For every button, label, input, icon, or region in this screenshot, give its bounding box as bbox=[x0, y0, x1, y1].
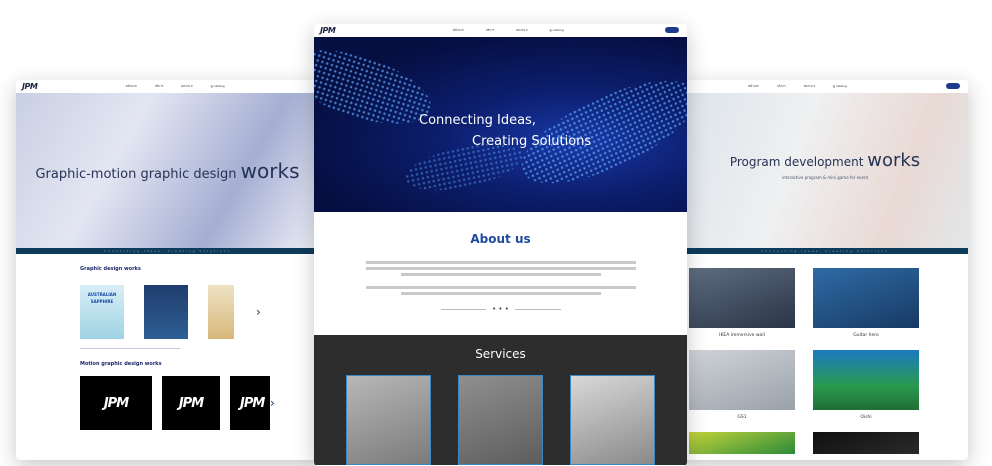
program-works-grid: IKEA immersive wall Guitar hero GS1 Oish… bbox=[689, 268, 968, 454]
work-card[interactable] bbox=[689, 432, 795, 454]
service-card-vr[interactable] bbox=[346, 375, 431, 465]
service-card-creative[interactable] bbox=[570, 375, 655, 465]
work-caption: GS1 bbox=[737, 415, 747, 420]
video-thumb[interactable]: JPM bbox=[80, 376, 152, 430]
nav-services[interactable]: บริการ bbox=[486, 28, 495, 33]
graphic-thumb[interactable]: AUSTRALIAN SAPPHIRE bbox=[80, 285, 124, 339]
work-card[interactable]: Oishi bbox=[813, 350, 919, 432]
hero-title-text: Program development bbox=[729, 155, 868, 169]
motion-design-section-title: Motion graphic design works bbox=[80, 361, 162, 367]
work-card[interactable]: IKEA immersive wall bbox=[689, 268, 795, 350]
work-card[interactable] bbox=[813, 432, 919, 454]
motion-design-carousel: JPM JPM JPM › bbox=[80, 376, 319, 430]
hero-subtitle: interactive program & mini game for even… bbox=[781, 175, 869, 180]
nav-works[interactable]: ผลงาน ▾ bbox=[181, 84, 192, 89]
nav-catalog[interactable]: ดู catalog bbox=[550, 28, 564, 33]
hero-banner: Connecting Ideas, Creating Solutions bbox=[314, 37, 687, 212]
work-video[interactable] bbox=[813, 350, 919, 410]
top-nav: JPM หน้าแรก บริการ ผลงาน ▾ ดู catalog bbox=[314, 24, 687, 37]
hero-title-emphasis: works bbox=[867, 150, 921, 171]
contact-button[interactable] bbox=[946, 83, 960, 89]
home-page-preview: JPM หน้าแรก บริการ ผลงาน ▾ ดู catalog Co… bbox=[314, 24, 687, 466]
work-video[interactable] bbox=[689, 350, 795, 410]
top-nav: หน้าแรก บริการ ผลงาน ▾ ดู catalog bbox=[682, 80, 968, 93]
nav-works[interactable]: ผลงาน ▾ bbox=[804, 84, 815, 89]
video-thumb[interactable]: JPM bbox=[162, 376, 220, 430]
tagline-strip: Connecting Ideas, Creating Solutions bbox=[16, 248, 319, 254]
nav-links: หน้าแรก บริการ ผลงาน ▾ ดู catalog bbox=[453, 28, 564, 33]
graphic-design-carousel: AUSTRALIAN SAPPHIRE › bbox=[80, 285, 319, 339]
hero-line-1: Connecting Ideas, bbox=[419, 113, 536, 128]
about-section: About us • • • bbox=[314, 212, 687, 335]
hero-line-2: Creating Solutions bbox=[472, 134, 592, 149]
work-video[interactable] bbox=[813, 268, 919, 328]
services-cards bbox=[314, 375, 687, 465]
dots-divider: • • • bbox=[440, 305, 561, 313]
nav-home[interactable]: หน้าแรก bbox=[126, 84, 137, 89]
nav-catalog[interactable]: ดู catalog bbox=[833, 84, 847, 89]
program-works-page-preview: หน้าแรก บริการ ผลงาน ▾ ดู catalog Progra… bbox=[682, 80, 968, 460]
hero-title: Graphic-motion graphic design works bbox=[35, 159, 299, 183]
jpm-logo[interactable]: JPM bbox=[22, 82, 38, 91]
carousel-next-icon[interactable]: › bbox=[270, 396, 275, 410]
hero-banner: Program development works interactive pr… bbox=[682, 93, 968, 248]
about-text-line bbox=[365, 261, 636, 264]
work-caption: Guitar hero bbox=[853, 333, 879, 338]
nav-links: หน้าแรก บริการ ผลงาน ▾ ดู catalog bbox=[748, 84, 847, 89]
nav-links: หน้าแรก บริการ ผลงาน ▾ ดู catalog bbox=[126, 84, 225, 89]
section-divider bbox=[80, 348, 180, 349]
top-nav: JPM หน้าแรก บริการ ผลงาน ▾ ดู catalog bbox=[16, 80, 319, 93]
nav-home[interactable]: หน้าแรก bbox=[453, 28, 464, 33]
video-thumb[interactable]: JPM bbox=[230, 376, 270, 430]
hero-title: Program development works bbox=[682, 150, 968, 171]
work-caption: Oishi bbox=[860, 415, 872, 420]
about-title: About us bbox=[470, 232, 531, 246]
hero-banner: Graphic-motion graphic design works bbox=[16, 93, 319, 248]
graphic-thumb[interactable] bbox=[144, 285, 188, 339]
services-title: Services bbox=[475, 347, 526, 361]
about-text-line bbox=[365, 267, 636, 270]
work-caption: IKEA immersive wall bbox=[719, 333, 765, 338]
about-text-line bbox=[365, 286, 636, 289]
nav-services[interactable]: บริการ bbox=[777, 84, 786, 89]
nav-works[interactable]: ผลงาน ▾ bbox=[516, 28, 527, 33]
thumb-text-line: SAPPHIRE bbox=[90, 299, 114, 304]
graphic-design-section-title: Graphic design works bbox=[80, 266, 141, 272]
nav-services[interactable]: บริการ bbox=[155, 84, 164, 89]
work-video[interactable] bbox=[689, 268, 795, 328]
thumb-text-line: AUSTRALIAN bbox=[87, 292, 117, 297]
work-card[interactable]: GS1 bbox=[689, 350, 795, 432]
graphic-thumb[interactable] bbox=[208, 285, 234, 339]
graphic-works-page-preview: JPM หน้าแรก บริการ ผลงาน ▾ ดู catalog Gr… bbox=[16, 80, 319, 460]
work-video[interactable] bbox=[689, 432, 795, 454]
nav-home[interactable]: หน้าแรก bbox=[748, 84, 759, 89]
carousel-next-icon[interactable]: › bbox=[256, 305, 261, 319]
about-text-line bbox=[400, 292, 601, 295]
divider-dots: • • • bbox=[492, 305, 509, 313]
hero-title-emphasis: works bbox=[240, 158, 300, 183]
work-card[interactable]: Guitar hero bbox=[813, 268, 919, 350]
particle-wave bbox=[508, 60, 687, 204]
contact-button[interactable] bbox=[665, 27, 679, 33]
work-video[interactable] bbox=[813, 432, 919, 454]
hero-title-text: Graphic-motion graphic design bbox=[35, 166, 241, 182]
services-section: Services bbox=[314, 335, 687, 465]
nav-catalog[interactable]: ดู catalog bbox=[211, 84, 225, 89]
service-card-arcade[interactable] bbox=[458, 375, 543, 465]
tagline-strip: Connecting Ideas, Creating Solutions bbox=[682, 248, 968, 254]
jpm-logo[interactable]: JPM bbox=[320, 26, 336, 35]
